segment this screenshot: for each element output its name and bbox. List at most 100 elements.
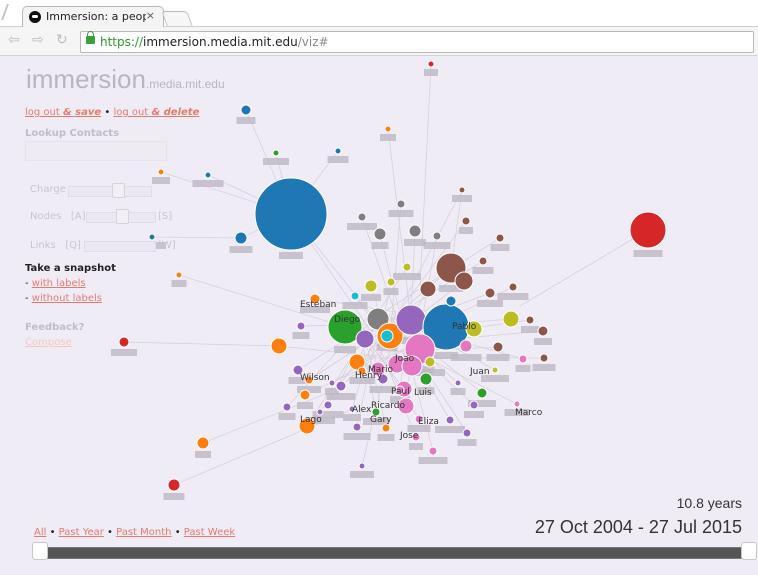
period-all-link[interactable]: All bbox=[34, 527, 46, 538]
contact-node[interactable] bbox=[419, 280, 437, 298]
contact-node[interactable] bbox=[118, 336, 130, 348]
contact-node[interactable] bbox=[373, 227, 387, 241]
contact-node[interactable] bbox=[629, 211, 667, 249]
contact-node[interactable] bbox=[282, 402, 292, 412]
contact-node[interactable] bbox=[445, 295, 457, 307]
contact-node[interactable] bbox=[148, 233, 156, 241]
snapshot-with-labels-link[interactable]: with labels bbox=[32, 278, 86, 289]
period-past-year-link[interactable]: Past Year bbox=[59, 527, 104, 538]
contact-node[interactable] bbox=[495, 233, 505, 243]
contact-node[interactable] bbox=[462, 428, 472, 438]
contact-node[interactable] bbox=[384, 125, 392, 133]
contact-node[interactable] bbox=[240, 104, 252, 116]
contact-node[interactable] bbox=[272, 149, 280, 157]
address-bar[interactable]: https://immersion.media.mit.edu/viz# bbox=[80, 31, 754, 53]
contact-node[interactable] bbox=[296, 321, 306, 331]
contact-node[interactable] bbox=[328, 379, 336, 387]
contact-node[interactable] bbox=[323, 400, 333, 410]
period-past-month-link[interactable]: Past Month bbox=[116, 527, 171, 538]
node-name-label: Ricardo bbox=[371, 401, 405, 411]
contact-node[interactable] bbox=[358, 462, 366, 470]
snapshot-without-labels-link[interactable]: without labels bbox=[32, 293, 102, 304]
browser-tab[interactable]: Immersion: a people- × bbox=[22, 6, 164, 27]
compose-link[interactable]: Compose bbox=[25, 335, 84, 350]
node-name-label: Paul bbox=[391, 387, 410, 397]
contact-node[interactable] bbox=[419, 372, 433, 386]
charge-slider-handle[interactable] bbox=[112, 183, 125, 198]
contact-node[interactable] bbox=[167, 478, 181, 492]
links-slider[interactable] bbox=[84, 241, 156, 252]
contact-node[interactable] bbox=[204, 171, 212, 179]
contact-node[interactable] bbox=[254, 177, 328, 251]
contact-node[interactable] bbox=[502, 310, 520, 328]
app-logo: immersion.media.mit.edu bbox=[26, 64, 225, 95]
contact-node[interactable] bbox=[175, 271, 183, 279]
contact-node[interactable] bbox=[157, 168, 165, 176]
node-label-blur bbox=[371, 242, 389, 249]
contact-node[interactable] bbox=[454, 379, 462, 387]
contact-node[interactable] bbox=[428, 446, 438, 456]
node-label-blur bbox=[350, 471, 374, 478]
contact-node[interactable] bbox=[454, 271, 474, 291]
contact-node[interactable] bbox=[381, 423, 391, 433]
timeline-start-handle[interactable] bbox=[32, 542, 48, 560]
logout-delete-link[interactable]: log out & delete bbox=[113, 107, 199, 118]
contact-node[interactable] bbox=[537, 325, 549, 337]
window-control[interactable] bbox=[1, 4, 19, 20]
contact-node[interactable] bbox=[234, 231, 248, 245]
tab-close-icon[interactable]: × bbox=[146, 9, 155, 22]
contact-node[interactable] bbox=[458, 186, 466, 194]
contact-node[interactable] bbox=[513, 400, 521, 408]
contact-node[interactable] bbox=[335, 380, 347, 392]
reload-icon[interactable]: ↻ bbox=[56, 32, 68, 48]
node-label-blur bbox=[388, 210, 414, 217]
contact-node[interactable] bbox=[427, 60, 435, 68]
contact-node[interactable] bbox=[352, 422, 362, 432]
timeline-bar[interactable] bbox=[34, 547, 746, 559]
charge-label: Charge bbox=[30, 184, 66, 195]
lookup-input[interactable] bbox=[25, 141, 167, 161]
date-range-text: 27 Oct 2004 - 27 Jul 2015 bbox=[534, 517, 742, 537]
nodes-slider-handle[interactable] bbox=[116, 209, 129, 224]
forward-arrow-icon[interactable]: ⇨ bbox=[32, 32, 44, 48]
new-tab-button[interactable] bbox=[161, 11, 193, 26]
contact-node[interactable] bbox=[476, 387, 488, 399]
contact-node[interactable] bbox=[270, 337, 288, 355]
contact-node[interactable] bbox=[478, 256, 488, 266]
contact-node[interactable] bbox=[492, 341, 504, 353]
contact-node[interactable] bbox=[350, 291, 360, 301]
contact-node[interactable] bbox=[484, 287, 496, 299]
contact-node[interactable] bbox=[355, 329, 375, 349]
node-name-label: Marco bbox=[515, 408, 543, 418]
contact-node[interactable] bbox=[299, 389, 311, 401]
contact-node[interactable] bbox=[408, 224, 422, 238]
contact-node[interactable] bbox=[395, 304, 427, 336]
contact-node[interactable] bbox=[518, 354, 528, 364]
contact-node[interactable] bbox=[432, 231, 442, 241]
contact-node[interactable] bbox=[445, 415, 455, 425]
contact-node[interactable] bbox=[364, 279, 378, 293]
contact-node[interactable] bbox=[424, 356, 436, 368]
period-past-week-link[interactable]: Past Week bbox=[184, 527, 235, 538]
contact-node[interactable] bbox=[380, 329, 394, 343]
contact-node[interactable] bbox=[491, 366, 499, 374]
contact-node[interactable] bbox=[508, 282, 518, 292]
contact-node[interactable] bbox=[459, 339, 473, 353]
contact-node[interactable] bbox=[334, 147, 342, 155]
contact-node[interactable] bbox=[469, 400, 479, 410]
timeline-end-handle[interactable] bbox=[741, 542, 757, 560]
lookup-label: Lookup Contacts bbox=[25, 128, 120, 139]
contact-node[interactable] bbox=[386, 277, 396, 287]
contact-node[interactable] bbox=[357, 212, 367, 222]
graph-edge bbox=[151, 236, 242, 239]
charge-slider[interactable] bbox=[68, 186, 152, 197]
contact-node[interactable] bbox=[525, 315, 535, 325]
back-arrow-icon[interactable]: ⇦ bbox=[8, 32, 20, 48]
contact-node[interactable] bbox=[396, 199, 406, 209]
contact-node[interactable] bbox=[539, 353, 549, 363]
contact-node[interactable] bbox=[461, 216, 471, 226]
contact-node[interactable] bbox=[402, 262, 412, 272]
logout-save-link[interactable]: log out & save bbox=[25, 107, 101, 118]
contact-node[interactable] bbox=[196, 436, 210, 450]
node-label-blur bbox=[464, 411, 484, 418]
